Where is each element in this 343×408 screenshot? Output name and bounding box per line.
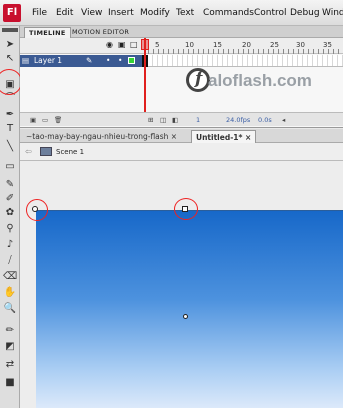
gradient-width-handle[interactable] [182, 206, 188, 212]
ruler-number: 35 [323, 41, 332, 49]
menu-view[interactable]: View [81, 8, 102, 18]
aloflash-logo-icon [186, 68, 210, 92]
lock-icon[interactable]: ▣ [118, 40, 126, 49]
tools-grip[interactable] [2, 28, 18, 32]
highlight-circle-gradient-tool [0, 69, 22, 95]
ruler-number: 10 [185, 41, 194, 49]
edit-bar: ⇦ Scene 1 [20, 143, 343, 161]
layer-name-cell[interactable]: ▤ Layer 1 ✎ • • [20, 55, 143, 67]
swap-colors-tool-icon[interactable]: ⇄ [3, 358, 17, 372]
scene-label[interactable]: Scene 1 [56, 148, 84, 156]
menu-control[interactable]: Control [254, 8, 287, 18]
frame-rate[interactable]: 24.0fps [226, 116, 250, 124]
document-tab-bar: ~tao-may-bay-ngau-nhieu-trong-flash × Un… [20, 129, 343, 143]
ruler-number: 30 [296, 41, 305, 49]
pencil-tool-icon[interactable]: ✎ [3, 178, 17, 192]
layer-icon: ▤ [22, 56, 30, 65]
fill-color-tool-icon[interactable]: ◩ [3, 340, 17, 354]
hand-tool-icon[interactable]: ✋ [3, 286, 17, 300]
subselection-tool-icon[interactable]: ↖ [3, 52, 17, 66]
menu-edit[interactable]: Edit [56, 8, 73, 18]
menu-debug[interactable]: Debug [290, 8, 320, 18]
pen-tool-icon[interactable]: ✒ [3, 108, 17, 122]
pasteboard[interactable] [20, 161, 343, 408]
layer-row[interactable]: ▤ Layer 1 ✎ • • [20, 55, 343, 67]
scene-icon [40, 147, 52, 156]
line-tool-icon[interactable]: ╲ [3, 140, 17, 154]
menu-modify[interactable]: Modify [140, 8, 170, 18]
new-folder-icon[interactable]: ▭ [42, 116, 48, 124]
text-tool-icon[interactable]: T [3, 122, 17, 136]
menu-text[interactable]: Text [176, 8, 194, 18]
scroll-left-icon[interactable]: ◂ [282, 116, 285, 124]
current-frame: 1 [196, 116, 201, 124]
menu-bar: Fl File Edit View Insert Modify Text Com… [0, 0, 343, 26]
eyedropper-tool-icon[interactable]: ⧸ [3, 254, 17, 268]
menu-commands[interactable]: Commands [203, 8, 254, 18]
brush-tool-icon[interactable]: ✐ [3, 192, 17, 206]
tab-timeline[interactable]: TIMELINE [24, 27, 71, 38]
stage-gradient-rectangle[interactable] [36, 210, 343, 408]
pencil-icon: ✎ [86, 56, 93, 65]
flash-app-icon[interactable]: Fl [3, 4, 21, 22]
back-arrow-icon[interactable]: ⇦ [25, 147, 32, 156]
visible-dot[interactable]: • [106, 55, 110, 67]
ruler-number: 20 [242, 41, 251, 49]
gradient-center-handle[interactable] [183, 314, 188, 319]
outline-swatch[interactable] [128, 57, 135, 64]
eraser-tool-icon[interactable]: ⌫ [3, 270, 17, 284]
gradient-rotate-handle[interactable] [32, 206, 38, 212]
doc-tab-tao-may-bay[interactable]: ~tao-may-bay-ngau-nhieu-trong-flash × [22, 130, 181, 143]
lock-dot[interactable]: • [118, 55, 122, 67]
default-colors-tool-icon[interactable]: ■ [3, 376, 17, 390]
tab-motion-editor[interactable]: MOTION EDITOR [68, 27, 133, 38]
eye-icon[interactable]: ◉ [106, 40, 113, 49]
layer-name: Layer 1 [34, 56, 63, 65]
bone-tool-icon[interactable]: ⚲ [3, 222, 17, 236]
stroke-color-tool-icon[interactable]: ✏ [3, 324, 17, 338]
menu-insert[interactable]: Insert [108, 8, 134, 18]
ruler-number: 15 [213, 41, 222, 49]
menu-file[interactable]: File [32, 8, 47, 18]
frame-ruler[interactable] [148, 49, 343, 54]
tools-panel: ➤ ↖ ▣ ⌒ ✒ T ╲ ▭ ✎ ✐ ✿ ⚲ ♪ ⧸ ⌫ ✋ 🔍 ✏ ◩ ⇄ ■ [0, 26, 22, 408]
doc-tab-untitled-1[interactable]: Untitled-1* × [191, 130, 257, 143]
watermark-text: aloflash.com [208, 71, 312, 90]
paint-bucket-tool-icon[interactable]: ♪ [3, 238, 17, 252]
ruler-number: 5 [155, 41, 160, 49]
selection-arrow-tool-icon[interactable]: ➤ [3, 38, 17, 52]
timeline-header: ◉ ▣ □ 5 10 15 20 25 30 35 [20, 38, 343, 54]
frame-cells[interactable] [148, 55, 343, 67]
onion-skin-icon[interactable]: ◫ [160, 116, 166, 124]
new-layer-icon[interactable]: ▣ [30, 116, 36, 124]
center-frame-icon[interactable]: ⊞ [148, 116, 153, 124]
timeline-footer: ▣ ▭ 🗑 ⊞ ◫ ◧ 1 24.0fps 0.0s ◂ [20, 112, 343, 126]
outline-icon[interactable]: □ [130, 40, 138, 49]
onion-outline-icon[interactable]: ◧ [172, 116, 178, 124]
elapsed-time: 0.0s [258, 116, 272, 124]
ruler-number: 25 [270, 41, 279, 49]
rectangle-tool-icon[interactable]: ▭ [3, 160, 17, 174]
zoom-tool-icon[interactable]: 🔍 [3, 302, 17, 316]
menu-window[interactable]: Window [322, 8, 343, 18]
deco-tool-icon[interactable]: ✿ [3, 206, 17, 220]
delete-layer-icon[interactable]: 🗑 [54, 116, 62, 124]
timeline-tab-bar: TIMELINE MOTION EDITOR [20, 26, 343, 38]
